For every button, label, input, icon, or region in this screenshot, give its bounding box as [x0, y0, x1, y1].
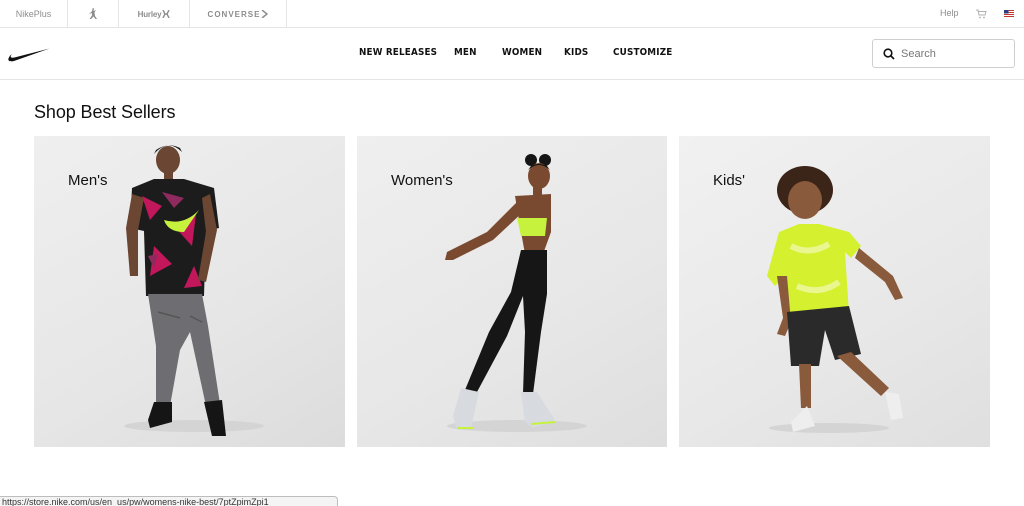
nav-men[interactable]: MEN [454, 47, 477, 58]
category-card-kids[interactable]: Kids' [679, 136, 990, 447]
card-label-mens: Men's [68, 172, 108, 189]
nav-customize[interactable]: CUSTOMIZE [613, 47, 672, 58]
nav-new-releases[interactable]: NEW RELEASES [359, 47, 437, 58]
search-input[interactable] [901, 45, 1009, 63]
card-label-kids: Kids' [713, 172, 746, 189]
primary-nav: NEW RELEASES MEN WOMEN KIDS CUSTOMIZE [0, 47, 1024, 61]
status-url-bar: https://store.nike.com/us/en_us/pw/women… [0, 496, 338, 506]
cart-icon[interactable] [976, 9, 987, 19]
nav-kids[interactable]: KIDS [564, 47, 588, 58]
jordan-link[interactable] [68, 0, 119, 28]
converse-link[interactable]: CONVERSE [190, 0, 287, 28]
jordan-jumpman-icon [89, 8, 97, 19]
top-utility-bar: NikePlus Hurley CONVERSE Help [0, 0, 1024, 28]
nav-women[interactable]: WOMEN [502, 47, 542, 58]
search-box[interactable] [872, 39, 1015, 68]
help-link[interactable]: Help [940, 8, 959, 18]
nikeplus-link[interactable]: NikePlus [0, 0, 68, 28]
us-flag-icon[interactable] [1004, 10, 1014, 17]
category-card-mens[interactable]: Men's [34, 136, 345, 447]
converse-logo-icon: CONVERSE [207, 9, 261, 19]
converse-chevron-icon [261, 10, 269, 18]
section-title: Shop Best Sellers [34, 102, 176, 122]
search-icon[interactable] [883, 48, 895, 60]
card-label-womens: Women's [391, 172, 453, 189]
category-card-womens[interactable]: Women's [357, 136, 667, 447]
hurley-h-mark-icon [162, 10, 170, 18]
hurley-logo-icon: Hurley [137, 9, 162, 19]
hurley-link[interactable]: Hurley [119, 0, 190, 28]
main-navbar: NEW RELEASES MEN WOMEN KIDS CUSTOMIZE [0, 28, 1024, 80]
